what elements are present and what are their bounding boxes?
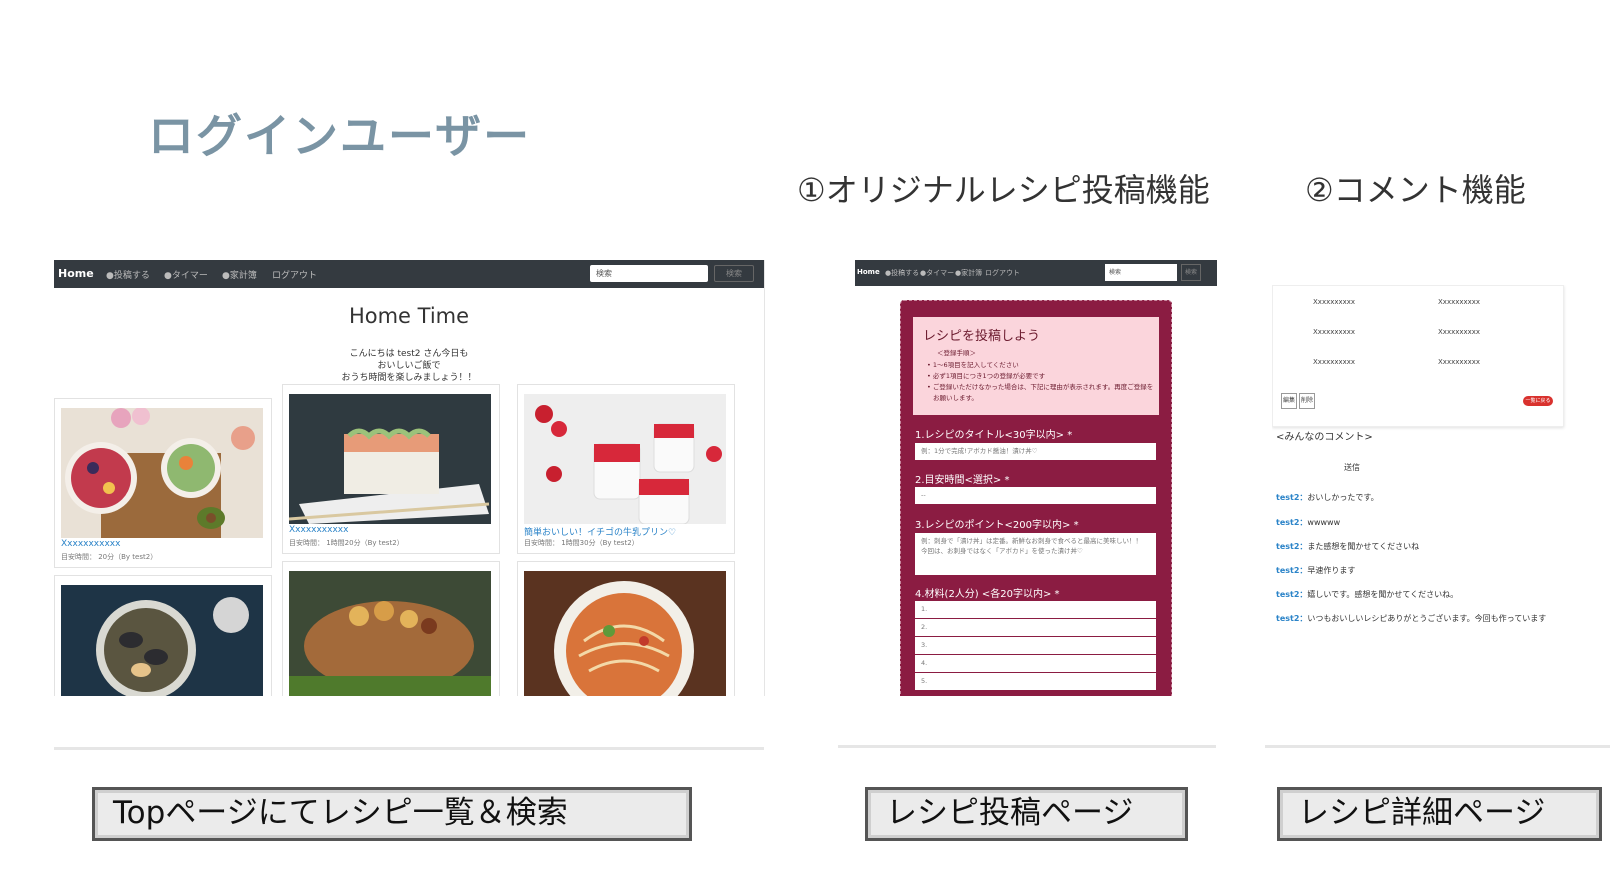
send-button[interactable]: 送信	[1344, 462, 1360, 473]
form-heading: レシピを投稿しよう	[923, 329, 1041, 344]
recipe-card-title[interactable]: Xxxxxxxxxxx	[61, 539, 120, 549]
edit-button[interactable]: 編集	[1281, 393, 1297, 409]
search-input[interactable]: 検索	[1105, 264, 1177, 281]
comment-text: また感想を聞かせてくださいね	[1307, 542, 1420, 551]
main-title: ログインユーザー	[148, 109, 532, 163]
time-select[interactable]: --	[915, 487, 1156, 504]
ingredient-input[interactable]: 3.	[915, 637, 1156, 654]
step-item: • 必ず1項目につき1つの登録が必要です	[927, 372, 1046, 380]
comment-item: test2：嬉しいです。感想を聞かせてくださいね。	[1276, 589, 1458, 600]
recipe-card-meta: 目安時間： 1時間20分（By test2）	[289, 539, 404, 547]
post-page-screenshot: Home ●投稿する ●タイマー ●家計簿 ログアウト 検索 検索 レシピを投稿…	[855, 260, 1217, 696]
detail-page-screenshot: Xxxxxxxxxx Xxxxxxxxxx Xxxxxxxxxx Xxxxxxx…	[1272, 285, 1612, 696]
caption-post-page: レシピ投稿ページ	[865, 787, 1188, 841]
field-label-ingredients: 4.材料(2人分) <各20字以内> *	[915, 589, 1060, 600]
step-item: • ご登録いただけなかった場合は、下記に理由が表示されます。再度ご登録を	[927, 383, 1154, 391]
recipe-card[interactable]: Xxxxxxxxxxx 目安時間： 20分（By test2）	[54, 398, 272, 568]
post-navbar: Home ●投稿する ●タイマー ●家計簿 ログアウト 検索 検索	[855, 260, 1217, 286]
comment-user[interactable]: test2：	[1276, 566, 1307, 575]
recipe-photo-noodle-soup	[524, 571, 726, 696]
recipe-card-title[interactable]: Xxxxxxxxxxx	[289, 525, 348, 535]
step-item: • 1〜6項目を記入してください	[927, 361, 1019, 369]
comment-item: test2：おいしかったです。	[1276, 492, 1379, 503]
recipe-form-panel: レシピを投稿しよう ＜登録手順＞ • 1〜6項目を記入してください • 必ず1項…	[900, 300, 1172, 696]
search-input[interactable]: 検索	[590, 265, 708, 282]
detail-cell: Xxxxxxxxxx	[1313, 328, 1356, 336]
nav-item-post[interactable]: ●投稿する	[106, 268, 150, 281]
nav-home-link[interactable]: Home	[58, 267, 94, 280]
recipe-card[interactable]	[517, 561, 735, 696]
comment-item: test2：また感想を聞かせてくださいね	[1276, 541, 1419, 552]
steps-title: ＜登録手順＞	[937, 349, 976, 357]
page-title: Home Time	[348, 304, 470, 328]
field-label-point: 3.レシピのポイント<200字以内> *	[915, 520, 1079, 531]
detail-cell: Xxxxxxxxxx	[1313, 298, 1356, 306]
recipe-card[interactable]: Xxxxxxxxxxx 目安時間： 1時間20分（By test2）	[282, 384, 500, 554]
detail-cell: Xxxxxxxxxx	[1438, 328, 1481, 336]
recipe-detail-box: Xxxxxxxxxx Xxxxxxxxxx Xxxxxxxxxx Xxxxxxx…	[1272, 285, 1564, 427]
comment-item: test2：wwwww	[1276, 517, 1340, 528]
recipe-photo-strawberry-pudding	[524, 394, 726, 524]
delete-button[interactable]: 削除	[1299, 393, 1315, 409]
recipe-card-meta: 目安時間： 20分（By test2）	[61, 553, 158, 561]
recipe-card[interactable]	[282, 561, 500, 696]
nav-item-post[interactable]: ●投稿する	[885, 268, 919, 278]
comments-title: <みんなのコメント>	[1276, 432, 1373, 443]
ingredient-input[interactable]: 2.	[915, 619, 1156, 636]
comment-user[interactable]: test2：	[1276, 614, 1307, 623]
ingredient-input[interactable]: 1.	[915, 601, 1156, 618]
point-textarea[interactable]: 例：刺身で「漬け丼」は定番。新鮮なお刺身で食べると最高に美味しい！！ 今回は、お…	[915, 533, 1156, 575]
recipe-card-meta: 目安時間： 1時間30分（By test2）	[524, 539, 639, 547]
caption-detail-page: レシピ詳細ページ	[1277, 787, 1602, 841]
step-item: お願いします。	[933, 394, 978, 402]
comment-text: いつもおいしいレシピありがとうございます。今回も作っています	[1307, 614, 1547, 623]
comment-user[interactable]: test2：	[1276, 542, 1307, 551]
nav-item-budget[interactable]: ●家計簿	[222, 268, 257, 281]
greeting-line: おうち時間を楽しみましょう！！	[341, 373, 477, 383]
field-label-title: 1.レシピのタイトル<30字以内> *	[915, 430, 1073, 441]
title-input[interactable]: 例：1分で完成!アボカド醤油！漬け丼♡	[915, 443, 1156, 460]
divider	[54, 747, 764, 750]
comment-text: 嬉しいです。感想を聞かせてくださいね。	[1307, 590, 1459, 599]
section-title-comment: ②コメント機能	[1305, 171, 1526, 209]
nav-item-logout[interactable]: ログアウト	[985, 268, 1020, 278]
field-label-time: 2.目安時間<選択> *	[915, 475, 1010, 486]
comment-user[interactable]: test2：	[1276, 518, 1307, 527]
comment-item: test2：早速作ります	[1276, 565, 1355, 576]
ingredient-input[interactable]: 5.	[915, 673, 1156, 690]
comment-user[interactable]: test2：	[1276, 493, 1307, 502]
back-to-list-button[interactable]: 一覧に戻る	[1523, 396, 1553, 406]
comment-user[interactable]: test2：	[1276, 590, 1307, 599]
comment-text: wwwww	[1307, 518, 1341, 527]
recipe-card[interactable]: 簡単おいしい！イチゴの牛乳プリン♡ 目安時間： 1時間30分（By test2）	[517, 384, 735, 554]
recipe-photo-platter	[61, 408, 263, 538]
detail-cell: Xxxxxxxxxx	[1313, 358, 1356, 366]
nav-item-logout[interactable]: ログアウト	[272, 268, 317, 281]
search-button[interactable]: 検索	[1181, 264, 1201, 281]
top-page-screenshot: Home ●投稿する ●タイマー ●家計簿 ログアウト 検索 検索 Home T…	[54, 260, 765, 696]
nav-item-timer[interactable]: ●タイマー	[920, 268, 954, 278]
caption-top-page: Topページにてレシピ一覧＆検索	[92, 787, 692, 841]
recipe-card[interactable]	[54, 575, 272, 696]
recipe-photo-clams	[61, 585, 263, 696]
ingredient-input[interactable]: 4.	[915, 655, 1156, 672]
comment-text: 早速作ります	[1307, 566, 1356, 575]
divider	[1265, 745, 1610, 748]
nav-item-timer[interactable]: ●タイマー	[164, 268, 208, 281]
comment-text: おいしかったです。	[1307, 493, 1379, 502]
recipe-photo-pork-chop	[289, 571, 491, 696]
detail-cell: Xxxxxxxxxx	[1438, 298, 1481, 306]
nav-item-budget[interactable]: ●家計簿	[955, 268, 982, 278]
detail-cell: Xxxxxxxxxx	[1438, 358, 1481, 366]
section-title-post: ①オリジナルレシピ投稿機能	[797, 171, 1210, 209]
top-navbar: Home ●投稿する ●タイマー ●家計簿 ログアウト 検索 検索	[54, 260, 764, 288]
nav-home-link[interactable]: Home	[857, 268, 880, 276]
recipe-card-title[interactable]: 簡単おいしい！イチゴの牛乳プリン♡	[524, 525, 676, 538]
divider	[838, 745, 1216, 748]
comment-item: test2：いつもおいしいレシピありがとうございます。今回も作っています	[1276, 613, 1546, 624]
instructions-box: レシピを投稿しよう ＜登録手順＞ • 1〜6項目を記入してください • 必ず1項…	[913, 317, 1159, 415]
recipe-photo-sushi-cake	[289, 394, 491, 524]
search-button[interactable]: 検索	[714, 265, 754, 282]
